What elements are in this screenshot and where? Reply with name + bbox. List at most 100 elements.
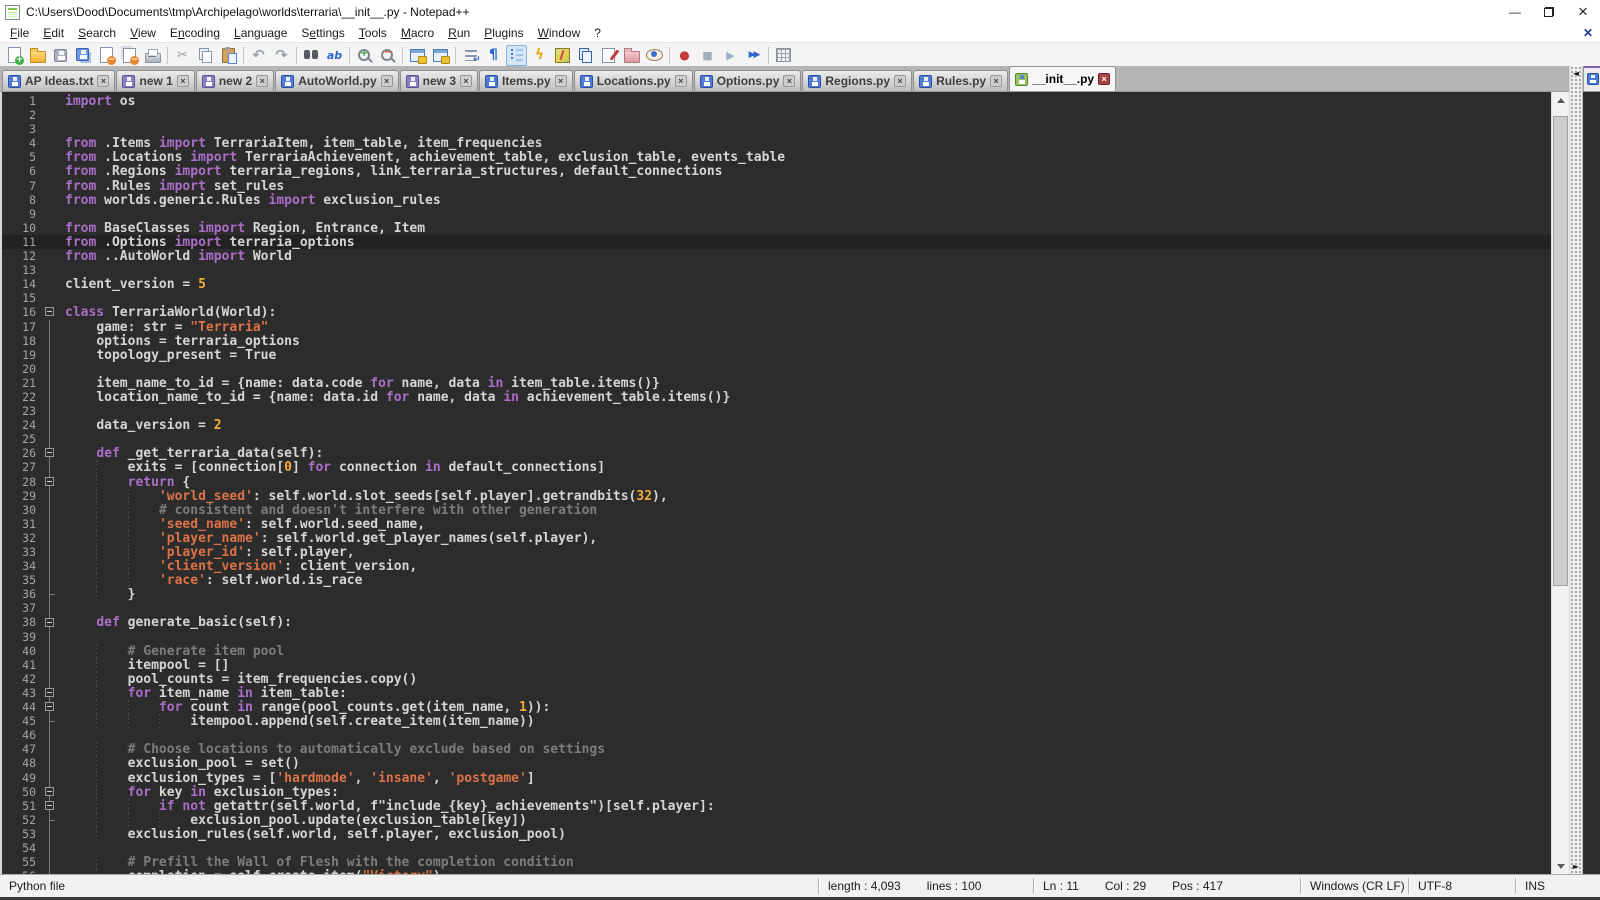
vertical-scrollbar[interactable] [1551,92,1569,874]
fold-collapse-icon[interactable] [45,307,54,316]
menu-search[interactable]: Search [71,24,123,42]
second-view-pane[interactable] [1583,66,1600,874]
open-file-button[interactable] [27,45,48,66]
scroll-down-arrow[interactable] [1552,858,1569,874]
close-button[interactable] [96,45,117,66]
file-monitoring-button[interactable] [644,45,665,66]
document-list-button[interactable] [575,45,596,66]
find-button[interactable] [301,45,322,66]
second-view-tab[interactable] [1583,66,1600,92]
tab-close-icon[interactable]: × [1098,73,1110,85]
fold-collapse-icon[interactable] [45,787,54,796]
document-map-button[interactable] [552,45,573,66]
cut-button[interactable]: ✂ [172,45,193,66]
tab-close-icon[interactable]: × [783,75,795,87]
tab-options-py[interactable]: Options.py× [694,70,802,91]
macro-run-multiple-button[interactable]: ▶▶ [743,45,764,66]
menubar-close-icon[interactable]: ✕ [1583,24,1593,42]
menu-settings[interactable]: Settings [294,24,351,42]
status-insert-mode[interactable]: INS [1516,875,1600,897]
save-all-button[interactable] [73,45,94,66]
show-all-characters-button[interactable]: ¶ [483,45,504,66]
tab-close-icon[interactable]: × [177,75,189,87]
word-wrap-button[interactable] [460,45,481,66]
save-button[interactable] [50,45,71,66]
macro-save-button[interactable] [773,45,794,66]
zoom-in-button[interactable]: + [354,45,375,66]
show-indent-guide-button[interactable] [506,45,527,66]
copy-button[interactable] [195,45,216,66]
token: client_version = [65,277,198,292]
tab-close-icon[interactable]: × [460,75,472,87]
menu-file[interactable]: File [3,24,36,42]
tab-close-icon[interactable]: × [990,75,1002,87]
fold-collapse-icon[interactable] [45,477,54,486]
fold-collapse-icon[interactable] [45,801,54,810]
tab-locations-py[interactable]: Locations.py× [574,70,693,91]
scroll-up-arrow[interactable] [1552,92,1569,108]
tab-ap-ideas-txt[interactable]: AP Ideas.txt× [2,70,115,91]
menu-tools[interactable]: Tools [352,24,394,42]
restore-button[interactable] [1532,0,1566,24]
minimize-button[interactable]: — [1498,0,1532,24]
print-button[interactable] [142,45,163,66]
undo-button[interactable]: ↶ [248,45,269,66]
tab-autoworld-py[interactable]: AutoWorld.py× [275,70,398,91]
token: count [182,700,237,715]
fold-collapse-icon[interactable] [45,618,54,627]
menu-?[interactable]: ? [587,24,608,42]
menu-plugins[interactable]: Plugins [477,24,530,42]
tab-close-icon[interactable]: × [675,75,687,87]
fold-collapse-icon[interactable] [45,702,54,711]
function-list-button[interactable]: ϟ [529,45,550,66]
splitter-left-arrow-icon[interactable]: ◄ [1570,69,1582,78]
tab-close-icon[interactable]: × [97,75,109,87]
tab-items-py[interactable]: Items.py× [479,70,573,91]
status-eol-format[interactable]: Windows (CR LF) [1301,875,1408,897]
macro-record-button[interactable]: ● [674,45,695,66]
folder-as-workspace-button[interactable] [621,45,642,66]
token: for [159,700,182,715]
tab-close-icon[interactable]: × [894,75,906,87]
tab-rules-py[interactable]: Rules.py× [913,70,1008,91]
tab-new-1[interactable]: new 1× [116,70,194,91]
close-all-button[interactable] [119,45,140,66]
menu-run[interactable]: Run [441,24,477,42]
tab-regions-py[interactable]: Regions.py× [802,70,912,91]
status-encoding[interactable]: UTF-8 [1409,875,1515,897]
tab-close-icon[interactable]: × [256,75,268,87]
token: # Generate item pool [128,644,285,659]
file-save-state-icon [122,75,135,88]
redo-button[interactable]: ↷ [271,45,292,66]
close-window-button[interactable]: × [1566,0,1600,24]
fold-collapse-icon[interactable] [45,688,54,697]
line-number: 28 [2,475,41,489]
scrollbar-thumb[interactable] [1553,116,1568,586]
menu-encoding[interactable]: Encoding [163,24,227,42]
splitter-right-arrow-icon[interactable]: ► [1570,862,1582,871]
macro-stop-button[interactable]: ■ [697,45,718,66]
menu-language[interactable]: Language [227,24,294,42]
menu-window[interactable]: Window [531,24,588,42]
code-line-22: 22 location_name_to_id = {name: data.id … [2,390,1551,404]
tab-new-2[interactable]: new 2× [196,70,274,91]
sync-horizontal-scroll-button[interactable] [430,45,451,66]
menu-macro[interactable]: Macro [394,24,441,42]
menu-edit[interactable]: Edit [36,24,71,42]
fold-margin [41,545,57,559]
macro-playback-button[interactable]: ▶ [720,45,741,66]
replace-button[interactable]: ab [324,45,345,66]
tab-init-py[interactable]: __init__.py× [1009,66,1116,91]
edit-popup-button[interactable] [598,45,619,66]
view-splitter[interactable]: ◄ ► [1569,66,1583,874]
sync-vertical-scroll-button[interactable] [407,45,428,66]
tab-close-icon[interactable]: × [381,75,393,87]
tab-close-icon[interactable]: × [555,75,567,87]
fold-collapse-icon[interactable] [45,448,54,457]
zoom-out-button[interactable]: − [377,45,398,66]
paste-button[interactable] [218,45,239,66]
menu-view[interactable]: View [123,24,163,42]
tab-new-3[interactable]: new 3× [400,70,478,91]
new-file-button[interactable] [4,45,25,66]
code-editor[interactable]: 1import os234from .Items import Terraria… [0,92,1551,874]
